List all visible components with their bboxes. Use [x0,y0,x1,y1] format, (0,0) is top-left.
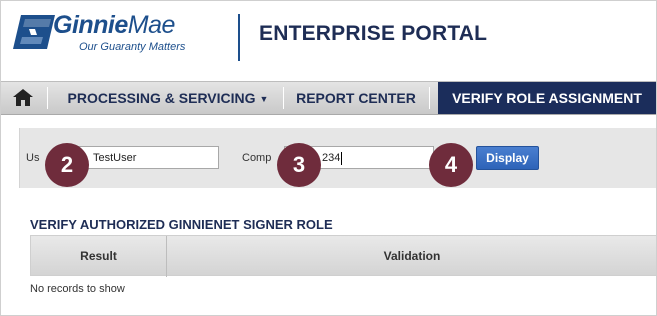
nav-separator [47,87,48,109]
home-icon [13,89,33,106]
main-nav: PROCESSING & SERVICING ▼ REPORT CENTER VE… [1,81,656,115]
user-id-input[interactable]: TestUser [71,146,219,169]
empty-results-message: No records to show [30,283,125,295]
column-header-result[interactable]: Result [31,236,166,277]
header-divider [238,14,240,61]
step-badge-2: 2 [45,143,89,187]
display-button[interactable]: Display [476,146,539,170]
text-cursor [341,151,343,165]
company-field-label: Comp [242,152,272,164]
column-header-validation[interactable]: Validation [167,236,656,277]
step-badge-3: 3 [277,143,321,187]
results-grid-header: Result Validation [30,235,656,277]
caret-down-icon: ▼ [259,94,269,104]
portal-window: GinnieMae Our Guaranty Matters ENTERPRIS… [0,0,657,316]
user-field-label: Us [26,152,40,164]
nav-item-report-center[interactable]: REPORT CENTER [291,82,421,114]
portal-title: ENTERPRISE PORTAL [259,22,488,45]
brand-name: GinnieMae [53,11,175,39]
nav-item-verify-role-assignment[interactable]: VERIFY ROLE ASSIGNMENT [438,82,656,114]
nav-home-button[interactable] [1,82,47,114]
nav-item-processing-servicing[interactable]: PROCESSING & SERVICING ▼ [58,82,278,114]
brand-tagline: Our Guaranty Matters [79,41,186,53]
nav-separator [283,87,284,109]
flag-logo-icon [13,15,55,49]
nav-separator [429,87,430,109]
ginnie-mae-logo[interactable]: GinnieMae Our Guaranty Matters [13,11,228,59]
section-title: VERIFY AUTHORIZED GINNIENET SIGNER ROLE [30,217,333,232]
step-badge-4: 4 [429,143,473,187]
header: GinnieMae Our Guaranty Matters ENTERPRIS… [1,1,656,79]
nav-item-label: PROCESSING & SERVICING [67,90,256,106]
